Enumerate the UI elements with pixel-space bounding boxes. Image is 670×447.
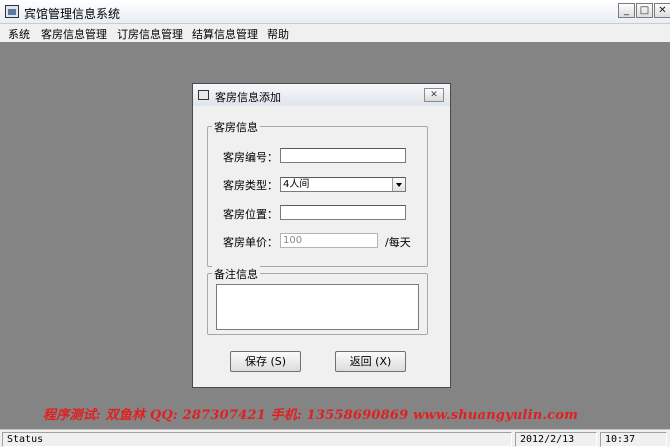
note-textarea[interactable] <box>216 284 419 330</box>
room-location-input[interactable] <box>280 205 406 220</box>
statusbar: Status 2012/2/13 10:37 <box>0 429 670 447</box>
minimize-button[interactable]: _ <box>618 3 635 18</box>
note-legend: 备注信息 <box>212 266 260 282</box>
back-button[interactable]: 返回 (X) <box>335 351 406 372</box>
room-type-value: 4人间 <box>283 179 310 190</box>
room-add-dialog: 客房信息添加 ✕ 客房信息 客房编号： 客房类型： 4人间 客房位置： 客房单价… <box>192 83 451 388</box>
status-date: 2012/2/13 <box>515 432 597 447</box>
room-no-input[interactable] <box>280 148 406 163</box>
save-button[interactable]: 保存 (S) <box>230 351 301 372</box>
room-no-label: 客房编号： <box>223 151 278 164</box>
room-price-label: 客房单价： <box>223 236 278 249</box>
window-titlebar: 宾馆管理信息系统 _ □ ✕ <box>0 0 670 24</box>
room-info-group: 客房信息 客房编号： 客房类型： 4人间 客房位置： 客房单价： 100 /每天 <box>207 119 428 267</box>
status-time: 10:37 <box>600 432 667 447</box>
note-group: 备注信息 <box>207 266 428 335</box>
room-price-input[interactable]: 100 <box>280 233 378 248</box>
room-info-legend: 客房信息 <box>212 119 260 135</box>
menu-settlement-info[interactable]: 结算信息管理 <box>192 26 258 42</box>
room-location-label: 客房位置： <box>223 208 278 221</box>
close-button[interactable]: ✕ <box>654 3 670 18</box>
menu-system[interactable]: 系统 <box>8 26 30 42</box>
room-type-select[interactable]: 4人间 <box>280 177 406 192</box>
watermark-text: 程序测试: 双鱼林 QQ: 287307421 手机: 13558690869 … <box>43 408 579 423</box>
app-title: 宾馆管理信息系统 <box>24 7 121 21</box>
menu-booking-info[interactable]: 订房信息管理 <box>117 26 183 42</box>
menu-help[interactable]: 帮助 <box>267 26 289 42</box>
dialog-icon <box>198 90 209 100</box>
menu-room-info[interactable]: 客房信息管理 <box>41 26 107 42</box>
chevron-down-icon[interactable] <box>392 178 405 191</box>
dialog-titlebar[interactable]: 客房信息添加 ✕ <box>193 84 450 106</box>
menubar: 系统 客房信息管理 订房信息管理 结算信息管理 帮助 <box>0 24 670 42</box>
maximize-button[interactable]: □ <box>636 3 653 18</box>
price-unit-label: /每天 <box>385 236 411 249</box>
dialog-title: 客房信息添加 <box>215 91 281 104</box>
dialog-close-button[interactable]: ✕ <box>424 88 444 102</box>
room-type-label: 客房类型： <box>223 179 278 192</box>
app-icon <box>5 5 19 18</box>
status-text: Status <box>2 432 512 447</box>
